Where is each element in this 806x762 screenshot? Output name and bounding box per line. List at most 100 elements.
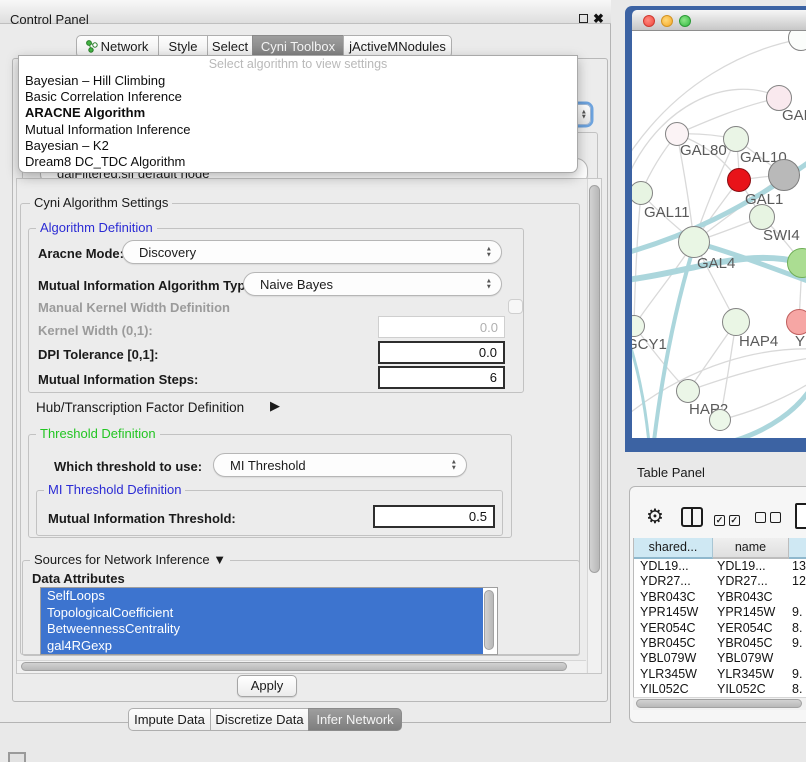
tab[interactable]: Infer Network — [308, 708, 402, 731]
attribute-item[interactable]: gal4RGexp — [41, 638, 483, 655]
mi-steps-input[interactable] — [378, 366, 505, 389]
minimize-traffic-light-icon[interactable] — [661, 15, 673, 27]
network-edge[interactable] — [727, 380, 806, 438]
algorithm-option[interactable]: Bayesian – Hill Climbing — [19, 73, 577, 89]
algorithm-option[interactable]: Mutual Information Inference — [19, 122, 577, 138]
which-threshold-combobox[interactable]: MI Threshold ▲▼ — [213, 453, 467, 477]
column-header-partial[interactable] — [789, 538, 806, 559]
hub-definition-label[interactable]: Hub/Transcription Factor Definition — [36, 400, 244, 415]
settings-horizontal-scrollbar-thumb[interactable] — [21, 662, 567, 671]
aracne-mode-label: Aracne Mode: — [38, 246, 124, 261]
tab[interactable]: Impute Data — [128, 708, 211, 731]
algorithm-option[interactable]: Basic Correlation Inference — [19, 89, 577, 105]
list-vertical-scrollbar[interactable] — [484, 590, 494, 650]
table-row[interactable]: YIL052C YIL052C 8. — [634, 682, 806, 697]
dropdown-placeholder: Select algorithm to view settings — [19, 56, 577, 73]
table-header-row: shared... name — [634, 538, 806, 559]
network-node-label: HAP4 — [739, 333, 778, 350]
zoom-traffic-light-icon[interactable] — [679, 15, 691, 27]
table-horizontal-scrollbar-thumb[interactable] — [636, 699, 802, 708]
network-edge[interactable] — [720, 379, 806, 420]
attribute-item[interactable]: BetweennessCentrality — [41, 621, 483, 638]
algorithm-option[interactable]: Dream8 DC_TDC Algorithm — [19, 154, 577, 170]
sources-legend: Sources for Network Inference ▼ — [30, 553, 230, 567]
network-node-label: SWI4 — [763, 227, 800, 244]
float-window-icon[interactable] — [579, 14, 588, 23]
algorithm-definition-legend: Algorithm Definition — [36, 221, 157, 235]
table-row[interactable]: YDL19... YDL19... 13 — [634, 559, 806, 574]
control-panel-titlebar — [0, 0, 611, 24]
network-node-label: GAL4 — [697, 255, 735, 272]
table-row[interactable]: YBR045C YBR045C 9. — [634, 636, 806, 651]
mi-algorithm-type-label: Mutual Information Algorithm Type: — [38, 278, 257, 293]
cyni-bottom-tabs: Impute DataDiscretize DataInfer Network — [128, 708, 402, 731]
mi-threshold-input[interactable] — [373, 505, 495, 528]
network-node-gal1[interactable] — [727, 168, 751, 192]
screen: Control Panel ✖ NetworkStyleSelectCyni T… — [0, 0, 806, 762]
spinner-icon: ▲▼ — [581, 109, 587, 120]
mi-threshold-label: Mutual Information Threshold: — [48, 511, 236, 526]
mi-threshold-definition-legend: MI Threshold Definition — [44, 483, 185, 497]
table-row[interactable]: YBL079W YBL079W — [634, 651, 806, 666]
network-edge[interactable] — [688, 357, 806, 391]
node-table: shared... name YDL19... YDL19... 13 YDR2… — [633, 538, 806, 697]
close-icon[interactable]: ✖ — [593, 11, 604, 27]
manual-kernel-width-checkbox[interactable] — [508, 299, 523, 314]
mi-algorithm-type-value: Naive Bayes — [260, 277, 333, 292]
cyni-algorithm-settings-legend: Cyni Algorithm Settings — [30, 196, 172, 210]
mi-algorithm-type-combobox[interactable]: Naive Bayes ▲▼ — [243, 272, 502, 296]
algorithm-dropdown-popup: Select algorithm to view settings Bayesi… — [18, 55, 578, 173]
column-header-name[interactable]: name — [713, 538, 789, 559]
network-node-hap4[interactable] — [722, 308, 750, 336]
network-node-label: GAL — [782, 107, 806, 124]
table-row[interactable]: YBR043C YBR043C — [634, 590, 806, 605]
network-canvas[interactable]: GALGAL80GAL10GAL1GAL11SWI4GAL4GCY1HAP4YH… — [632, 31, 806, 438]
collapsed-panel-icon[interactable] — [8, 752, 26, 762]
network-node[interactable] — [768, 159, 800, 191]
table-row[interactable]: YDR27... YDR27... 12 — [634, 574, 806, 589]
kernel-width-input[interactable] — [378, 316, 505, 338]
kernel-width-label: Kernel Width (0,1): — [38, 323, 153, 338]
manual-kernel-width-label: Manual Kernel Width Definition — [38, 300, 230, 315]
table-row[interactable]: YLR345W YLR345W 9. — [634, 667, 806, 682]
aracne-mode-combobox[interactable]: Discovery ▲▼ — [122, 240, 502, 264]
select-all-columns-icon[interactable]: ✓ ✓ — [714, 511, 740, 526]
table-panel-title: Table Panel — [637, 465, 705, 480]
attribute-item[interactable]: SelfLoops — [41, 588, 483, 605]
split-columns-icon[interactable] — [681, 507, 703, 527]
network-node-y[interactable] — [786, 309, 806, 335]
deselect-all-columns-icon[interactable] — [755, 511, 781, 526]
spinner-icon: ▲▼ — [451, 460, 457, 471]
data-attributes-label: Data Attributes — [32, 571, 125, 586]
apply-button[interactable]: Apply — [237, 675, 297, 697]
algorithm-option[interactable]: ARACNE Algorithm — [19, 105, 577, 121]
column-header-shared-name[interactable]: shared... — [634, 538, 713, 559]
settings-vertical-scrollbar-thumb[interactable] — [589, 185, 600, 573]
close-traffic-light-icon[interactable] — [643, 15, 655, 27]
attribute-item[interactable]: TopologicalCoefficient — [41, 605, 483, 622]
table-row[interactable]: YPR145W YPR145W 9. — [634, 605, 806, 620]
collapsed-arrow-icon[interactable]: ▶ — [270, 398, 280, 414]
network-window-titlebar[interactable] — [632, 10, 806, 31]
aracne-mode-value: Discovery — [139, 245, 196, 260]
mi-steps-label: Mutual Information Steps: — [38, 372, 198, 387]
tab[interactable]: Discretize Data — [210, 708, 309, 731]
control-panel-title: Control Panel — [10, 12, 89, 27]
new-table-icon[interactable] — [795, 503, 806, 529]
network-node-gal4[interactable] — [678, 226, 710, 258]
dpi-tolerance-input[interactable] — [378, 341, 505, 364]
network-node-label: GAL80 — [680, 142, 727, 159]
network-node-label: GAL11 — [644, 204, 690, 221]
network-node-hap2[interactable] — [676, 379, 700, 403]
table-row[interactable]: YER054C YER054C 8. — [634, 621, 806, 636]
network-node-label: GCY1 — [632, 336, 667, 353]
spinner-icon: ▲▼ — [486, 247, 492, 258]
network-node[interactable] — [709, 409, 731, 431]
spinner-icon: ▲▼ — [486, 279, 492, 290]
expanded-arrow-icon[interactable]: ▼ — [213, 552, 226, 567]
network-edge[interactable] — [634, 193, 641, 326]
dpi-tolerance-label: DPI Tolerance [0,1]: — [38, 347, 158, 362]
gear-icon[interactable]: ⚙ — [646, 504, 664, 529]
algorithm-option[interactable]: Bayesian – K2 — [19, 138, 577, 154]
data-attributes-list[interactable]: SelfLoopsTopologicalCoefficientBetweenne… — [40, 587, 498, 655]
